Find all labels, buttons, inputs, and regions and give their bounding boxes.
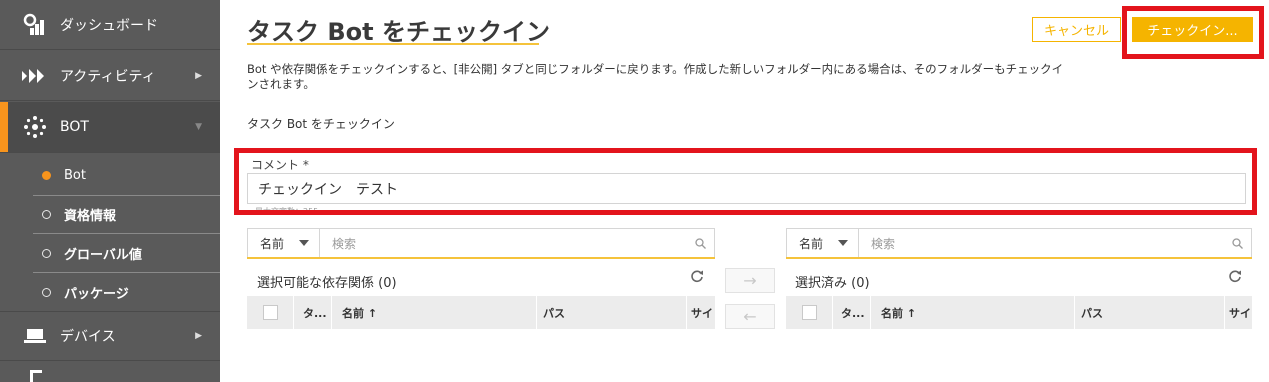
bullet-active-icon (42, 171, 51, 180)
nav-item-dashboard[interactable]: ダッシュボード (0, 0, 220, 50)
subnav-item-packages[interactable]: パッケージ (0, 273, 220, 312)
chevron-down-icon: ▼ (195, 122, 202, 132)
subnav-label-packages: パッケージ (64, 287, 129, 302)
left-col-path[interactable]: パス (537, 296, 687, 329)
right-search-input[interactable]: 検索 (859, 228, 1252, 257)
sidebar: ダッシュボード アクティビティ ▶ BOT ▼ Bot 資格情報 グローバル値 … (0, 0, 220, 382)
cancel-button[interactable]: キャンセル (1032, 17, 1121, 42)
left-search-placeholder: 検索 (332, 236, 357, 251)
right-select-all-cell (786, 296, 833, 329)
right-search-placeholder: 検索 (871, 236, 896, 251)
title-underline (247, 43, 539, 45)
left-col-size[interactable]: サイ (687, 296, 715, 329)
move-left-button[interactable]: ← (725, 304, 775, 329)
divider (33, 195, 220, 196)
left-col-name[interactable]: 名前 ↑ (332, 296, 537, 329)
chevron-right-icon: ▶ (195, 70, 202, 81)
nav-item-bot[interactable]: BOT ▼ (0, 102, 220, 153)
right-filter-bar: 名前 検索 (786, 228, 1252, 259)
right-col-size[interactable]: サイ (1225, 296, 1252, 329)
left-filter-bar: 名前 検索 (247, 228, 715, 259)
section-label: タスク Bot をチェックイン (247, 117, 395, 131)
description-text: Bot や依存関係をチェックインすると、[非公開] タブと同じフォルダーに戻りま… (247, 62, 1064, 91)
bullet-icon (42, 288, 51, 297)
left-filter-field-select[interactable]: 名前 (247, 228, 320, 257)
right-col-type[interactable]: タ... (833, 296, 871, 329)
caret-down-icon (299, 240, 309, 246)
caret-down-icon (838, 240, 848, 246)
nav-label-dashboard: ダッシュボード (60, 17, 158, 34)
left-select-all-cell (247, 296, 294, 329)
nav-label-activity: アクティビティ (60, 68, 156, 85)
refresh-icon[interactable] (1228, 269, 1242, 287)
left-col-type[interactable]: タ... (294, 296, 332, 329)
comment-label: コメント * (251, 158, 309, 172)
left-select-all-checkbox[interactable] (262, 305, 278, 320)
right-filter-field-label: 名前 (799, 236, 824, 251)
subnav-item-global-values[interactable]: グローバル値 (0, 234, 220, 273)
left-grid-header: タ... 名前 ↑ パス サイ (247, 296, 715, 329)
right-filter-field-select[interactable]: 名前 (786, 228, 859, 257)
page-title: タスク Bot をチェックイン (247, 18, 550, 46)
subnav-item-credentials[interactable]: 資格情報 (0, 195, 220, 234)
nav-next-icon (30, 370, 42, 382)
right-select-all-checkbox[interactable] (801, 305, 817, 320)
dashboard-icon (22, 12, 48, 38)
right-list-title: 選択済み (0) (795, 276, 870, 291)
left-filter-field-label: 名前 (260, 236, 285, 251)
device-icon (22, 323, 48, 349)
refresh-icon[interactable] (690, 269, 704, 287)
active-indicator (0, 102, 8, 152)
search-icon (695, 238, 706, 252)
subnav-label-credentials: 資格情報 (64, 209, 117, 224)
activity-icon (22, 63, 48, 89)
comment-max-length-hint: 最大文字数：255 (255, 207, 319, 216)
right-col-path[interactable]: パス (1075, 296, 1225, 329)
right-grid-header: タ... 名前 ↑ パス サイ (786, 296, 1252, 329)
nav-item-activity[interactable]: アクティビティ ▶ (0, 51, 220, 101)
bullet-icon (42, 210, 51, 219)
left-search-input[interactable]: 検索 (320, 228, 715, 257)
right-col-name[interactable]: 名前 ↑ (871, 296, 1075, 329)
move-right-button[interactable]: → (725, 268, 775, 293)
nav-item-devices[interactable]: デバイス ▶ (0, 311, 220, 361)
subnav-item-bot[interactable]: Bot (0, 156, 220, 195)
subnav-label-global-values: グローバル値 (64, 248, 142, 263)
subnav-label-bot: Bot (64, 168, 86, 183)
search-icon (1232, 238, 1243, 252)
chevron-right-icon: ▶ (195, 331, 202, 341)
nav-label-devices: デバイス (60, 329, 116, 345)
left-list-title: 選択可能な依存関係 (0) (257, 276, 397, 291)
bot-icon (22, 114, 48, 140)
comment-input[interactable]: チェックイン テスト (247, 173, 1246, 204)
nav-label-bot: BOT (60, 119, 89, 135)
checkin-button[interactable]: チェックイン... (1132, 17, 1253, 42)
bullet-icon (42, 249, 51, 258)
